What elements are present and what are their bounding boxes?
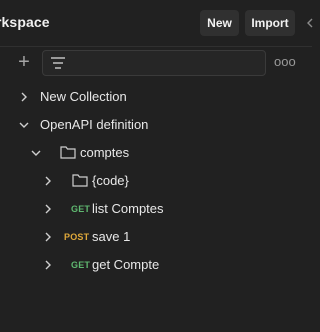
new-button[interactable]: New [200,10,239,36]
chevron-down-icon[interactable] [31,148,41,158]
folder-label: {code} [92,173,129,188]
collection-label: New Collection [40,89,127,104]
collection-row-new-collection[interactable]: New Collection [0,83,312,111]
chevron-right-icon[interactable] [19,92,29,102]
folder-icon [60,145,76,159]
filter-input[interactable] [42,50,266,76]
collection-label: OpenAPI definition [40,117,149,132]
folder-row-comptes[interactable]: comptes [0,139,312,167]
request-row-get-compte[interactable]: GET get Compte [0,251,312,279]
method-badge-post: POST [64,232,90,242]
chevron-right-icon[interactable] [43,204,53,214]
chevron-left-icon[interactable] [306,18,314,28]
request-label: get Compte [92,257,160,272]
request-row-list-comptes[interactable]: GET list Comptes [0,195,312,223]
chevron-right-icon[interactable] [43,176,53,186]
request-label: list Comptes [92,201,164,216]
folder-row-code[interactable]: {code} [0,167,312,195]
collection-row-openapi-definition[interactable]: OpenAPI definition [0,111,312,139]
workspace-header: rkspace New Import [0,0,314,47]
sidebar-toolbar: + ooo [0,47,312,79]
import-button[interactable]: Import [245,10,295,36]
chevron-right-icon[interactable] [43,260,53,270]
folder-label: comptes [80,145,130,160]
plus-icon[interactable]: + [14,50,34,74]
request-label: save 1 [92,229,131,244]
chevron-down-icon[interactable] [19,120,29,130]
chevron-right-icon[interactable] [43,232,53,242]
folder-icon [72,173,88,187]
workspace-title: rkspace [0,14,50,30]
request-row-save-1[interactable]: POST save 1 [0,223,312,251]
filter-icon [51,56,69,70]
more-icon[interactable]: ooo [274,52,296,72]
method-badge-get: GET [71,260,91,270]
method-badge-get: GET [71,204,91,214]
